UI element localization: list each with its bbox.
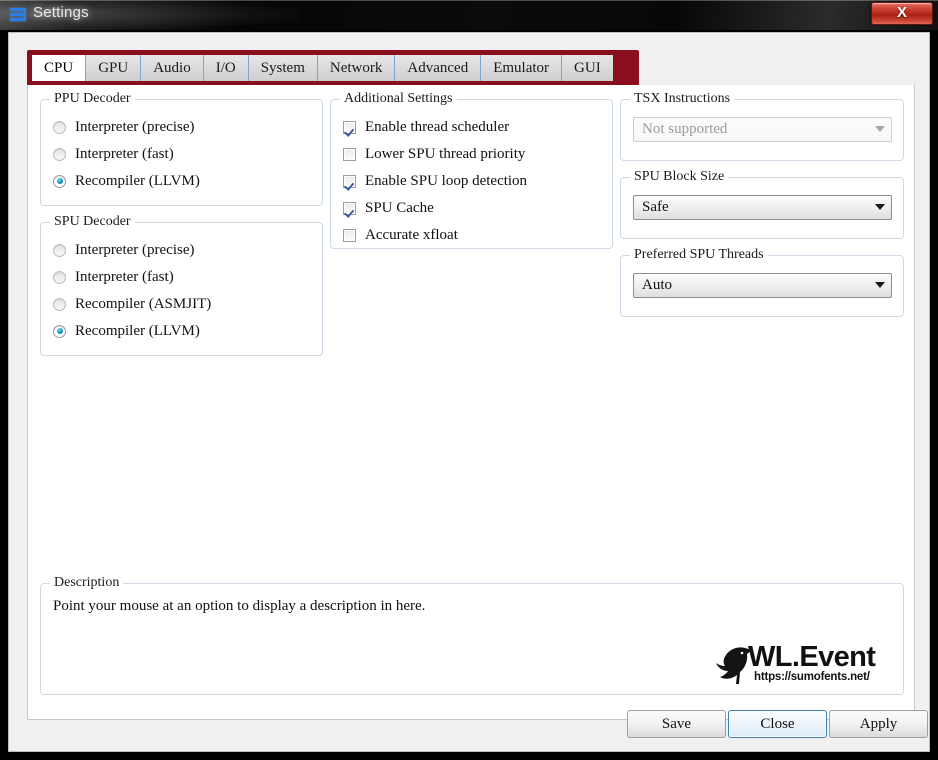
dropdown-value: Safe bbox=[642, 199, 669, 215]
preferred-spu-threads-dropdown[interactable]: Auto bbox=[633, 273, 892, 298]
radio-spu-interpreter-precise[interactable]: Interpreter (precise) bbox=[53, 239, 195, 261]
tab-label: Advanced bbox=[407, 59, 469, 76]
spu-decoder-legend: SPU Decoder bbox=[50, 214, 135, 230]
watermark-url: https://sumofents.net/ bbox=[754, 671, 870, 683]
tsx-instructions-dropdown[interactable]: Not supported bbox=[633, 117, 892, 142]
checkbox-indicator bbox=[343, 147, 356, 161]
radio-spu-recompiler-llvm[interactable]: Recompiler (LLVM) bbox=[53, 320, 200, 342]
chevron-down-icon bbox=[869, 125, 891, 134]
dropdown-value: Auto bbox=[642, 277, 672, 293]
radio-label: Interpreter (fast) bbox=[75, 268, 174, 285]
radio-label: Recompiler (LLVM) bbox=[75, 172, 200, 189]
window-title: Settings bbox=[33, 4, 89, 21]
radio-label: Interpreter (fast) bbox=[75, 145, 174, 162]
spu-decoder-group: SPU Decoder Interpreter (precise) Interp… bbox=[40, 214, 323, 356]
radio-ppu-interpreter-precise[interactable]: Interpreter (precise) bbox=[53, 116, 195, 138]
button-label: Close bbox=[760, 715, 795, 732]
spu-block-size-group: SPU Block Size Safe bbox=[620, 169, 904, 239]
settings-window: Settings X CPU GPU Audio I/O System Netw… bbox=[0, 0, 938, 760]
radio-ppu-recompiler-llvm[interactable]: Recompiler (LLVM) bbox=[53, 170, 200, 192]
menu-bars-icon bbox=[10, 8, 26, 22]
checkbox-indicator bbox=[343, 201, 356, 215]
radio-indicator bbox=[53, 297, 66, 311]
description-legend: Description bbox=[50, 575, 124, 591]
dialog-buttonbar: Save Close Apply bbox=[9, 710, 929, 738]
tab-io[interactable]: I/O bbox=[202, 55, 248, 81]
checkbox-lower-spu-thread-priority[interactable]: Lower SPU thread priority bbox=[343, 143, 525, 165]
tab-label: CPU bbox=[44, 59, 74, 76]
radio-indicator bbox=[53, 174, 66, 188]
ppu-decoder-legend: PPU Decoder bbox=[50, 91, 135, 107]
tab-cpu[interactable]: CPU bbox=[32, 55, 86, 81]
tab-label: System bbox=[260, 59, 305, 76]
apply-button[interactable]: Apply bbox=[829, 710, 928, 738]
additional-settings-legend: Additional Settings bbox=[340, 91, 457, 107]
tab-label: I/O bbox=[215, 59, 236, 76]
radio-label: Recompiler (LLVM) bbox=[75, 322, 200, 339]
tsx-instructions-legend: TSX Instructions bbox=[630, 91, 735, 107]
checkbox-label: Accurate xfloat bbox=[365, 226, 458, 243]
radio-indicator bbox=[53, 120, 66, 134]
additional-settings-group: Additional Settings Enable thread schedu… bbox=[330, 91, 613, 249]
watermark: WL.Event https://sumofents.net/ bbox=[714, 640, 889, 688]
close-button[interactable]: Close bbox=[728, 710, 827, 738]
checkbox-enable-spu-loop-detection[interactable]: Enable SPU loop detection bbox=[343, 170, 527, 192]
radio-ppu-interpreter-fast[interactable]: Interpreter (fast) bbox=[53, 143, 174, 165]
radio-indicator bbox=[53, 270, 66, 284]
description-text: Point your mouse at an option to display… bbox=[53, 598, 426, 614]
radio-label: Recompiler (ASMJIT) bbox=[75, 295, 212, 312]
radio-indicator bbox=[53, 324, 66, 338]
tab-gui[interactable]: GUI bbox=[561, 55, 613, 81]
checkbox-accurate-xfloat[interactable]: Accurate xfloat bbox=[343, 224, 458, 246]
window-titlebar: Settings X bbox=[0, 0, 938, 30]
window-client-area: CPU GPU Audio I/O System Network Advance… bbox=[8, 32, 930, 752]
close-icon: X bbox=[896, 4, 907, 21]
button-label: Apply bbox=[859, 715, 898, 732]
save-button[interactable]: Save bbox=[627, 710, 726, 738]
dropdown-value: Not supported bbox=[642, 121, 728, 137]
tab-label: GPU bbox=[98, 59, 129, 76]
description-group: Description Point your mouse at an optio… bbox=[40, 575, 904, 695]
radio-spu-interpreter-fast[interactable]: Interpreter (fast) bbox=[53, 266, 174, 288]
settings-tab-widget: CPU GPU Audio I/O System Network Advance… bbox=[27, 50, 915, 720]
checkbox-label: SPU Cache bbox=[365, 199, 434, 216]
radio-indicator bbox=[53, 243, 66, 257]
watermark-title: WL.Event bbox=[748, 641, 876, 673]
tab-emulator[interactable]: Emulator bbox=[480, 55, 562, 81]
tab-system[interactable]: System bbox=[247, 55, 317, 81]
tsx-instructions-group: TSX Instructions Not supported bbox=[620, 91, 904, 161]
checkbox-spu-cache[interactable]: SPU Cache bbox=[343, 197, 434, 219]
radio-indicator bbox=[53, 147, 66, 161]
radio-label: Interpreter (precise) bbox=[75, 241, 195, 258]
cpu-tab-panel: PPU Decoder Interpreter (precise) Interp… bbox=[27, 85, 915, 720]
checkbox-indicator bbox=[343, 120, 356, 134]
radio-label: Interpreter (precise) bbox=[75, 118, 195, 135]
window-frame: CPU GPU Audio I/O System Network Advance… bbox=[6, 30, 932, 754]
tab-label: Audio bbox=[153, 59, 191, 76]
spu-block-size-dropdown[interactable]: Safe bbox=[633, 195, 892, 220]
settings-tabbar: CPU GPU Audio I/O System Network Advance… bbox=[32, 55, 613, 81]
checkbox-label: Lower SPU thread priority bbox=[365, 145, 526, 162]
tab-label: Emulator bbox=[493, 59, 550, 76]
checkbox-enable-thread-scheduler[interactable]: Enable thread scheduler bbox=[343, 116, 509, 138]
tab-gpu[interactable]: GPU bbox=[85, 55, 141, 81]
checkbox-label: Enable SPU loop detection bbox=[365, 172, 528, 189]
tab-advanced[interactable]: Advanced bbox=[394, 55, 481, 81]
preferred-spu-threads-group: Preferred SPU Threads Auto bbox=[620, 247, 904, 317]
chevron-down-icon bbox=[869, 281, 891, 290]
preferred-spu-threads-legend: Preferred SPU Threads bbox=[630, 247, 768, 263]
checkbox-label: Enable thread scheduler bbox=[365, 118, 510, 135]
checkbox-indicator bbox=[343, 174, 356, 188]
button-label: Save bbox=[661, 715, 692, 732]
chevron-down-icon bbox=[869, 203, 891, 212]
ppu-decoder-group: PPU Decoder Interpreter (precise) Interp… bbox=[40, 91, 323, 206]
checkbox-indicator bbox=[343, 228, 356, 242]
radio-spu-recompiler-asmjit[interactable]: Recompiler (ASMJIT) bbox=[53, 293, 211, 315]
tab-network[interactable]: Network bbox=[316, 55, 395, 81]
tab-label: GUI bbox=[574, 59, 601, 76]
tab-audio[interactable]: Audio bbox=[140, 55, 203, 81]
window-close-button[interactable]: X bbox=[871, 2, 933, 25]
tab-label: Network bbox=[329, 59, 383, 76]
spu-block-size-legend: SPU Block Size bbox=[630, 169, 729, 185]
